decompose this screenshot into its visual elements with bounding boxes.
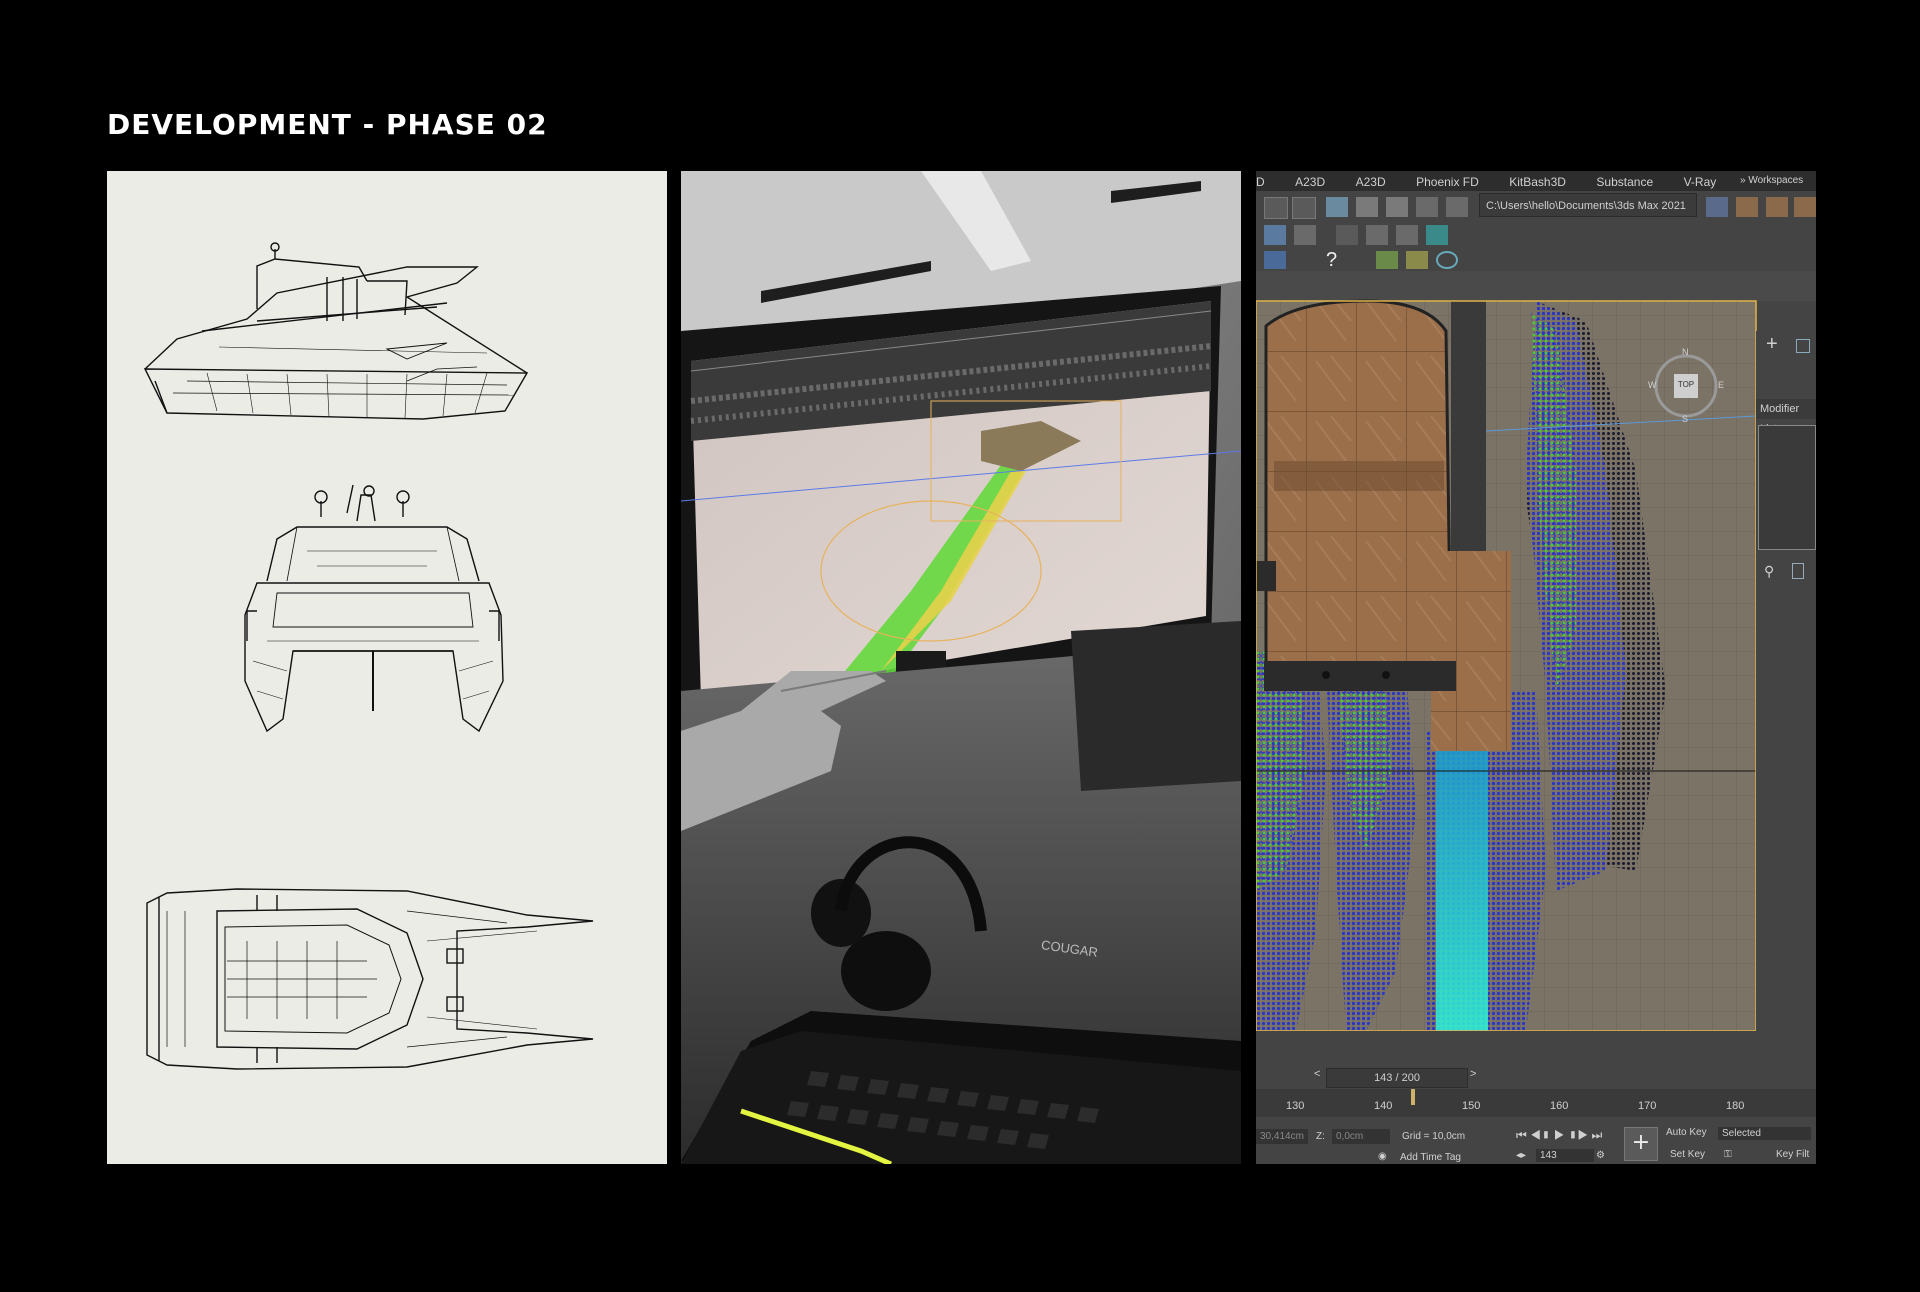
compass-east-label: E xyxy=(1718,380,1725,390)
key-filters-button[interactable]: Key Filt xyxy=(1776,1149,1809,1160)
z-label: Z: xyxy=(1316,1131,1325,1142)
side-view-drawing xyxy=(143,242,529,420)
show-end-result-icon[interactable] xyxy=(1792,563,1804,579)
wireframe-drawings-panel xyxy=(107,171,667,1164)
timeline-tick: 160 xyxy=(1550,1100,1569,1112)
time-next-icon[interactable]: > xyxy=(1470,1068,1476,1080)
timeline-tick: 130 xyxy=(1286,1100,1305,1112)
software-viewport-panel: D A23D A23D Phoenix FD KitBash3D Substan… xyxy=(1256,171,1816,1164)
time-slider[interactable]: 143 / 200 xyxy=(1326,1068,1468,1088)
set-key-button[interactable]: Set Key xyxy=(1670,1149,1705,1160)
grid-size-label: Grid = 10,0cm xyxy=(1402,1131,1466,1142)
compass-west-label: W xyxy=(1648,380,1657,390)
modifier-list-dropdown[interactable]: Modifier List xyxy=(1756,399,1816,435)
time-tag-icon[interactable]: ◉ xyxy=(1378,1151,1387,1162)
frame-spinner-icon[interactable]: ◂▸ xyxy=(1516,1150,1526,1161)
time-slider-value: 143 / 200 xyxy=(1374,1072,1420,1084)
play-icon[interactable]: ▶ xyxy=(1554,1128,1565,1142)
go-to-end-icon[interactable]: ⏭ xyxy=(1592,1128,1603,1142)
workstation-photo-panel: COUGAR xyxy=(681,171,1241,1164)
current-frame-field[interactable]: 143 xyxy=(1536,1149,1594,1162)
auto-key-button[interactable]: Auto Key xyxy=(1666,1127,1707,1138)
pin-stack-icon[interactable]: ⚲ xyxy=(1764,563,1774,580)
viewport-top-view[interactable] xyxy=(1256,171,1816,1164)
time-prev-icon[interactable]: < xyxy=(1314,1068,1320,1080)
next-frame-icon[interactable]: ▮▶ xyxy=(1568,1128,1588,1142)
go-to-start-icon[interactable]: ⏮ xyxy=(1516,1128,1527,1142)
compass-north-label: N xyxy=(1682,347,1689,357)
front-view-drawing xyxy=(244,484,504,733)
compass-south-label: S xyxy=(1682,414,1689,424)
page-title: DEVELOPMENT - PHASE 02 xyxy=(107,108,548,141)
timeline-tick: 140 xyxy=(1374,1100,1393,1112)
key-filters-icon[interactable]: ⚿ xyxy=(1724,1149,1732,1160)
timeline-current-frame-marker[interactable] xyxy=(1411,1089,1415,1105)
selection-set-dropdown[interactable]: Selected xyxy=(1718,1127,1811,1140)
playback-controls[interactable]: ⏮ ◀▮ ▶ ▮▶ ⏭ xyxy=(1516,1128,1602,1143)
top-view-drawing xyxy=(146,888,594,1070)
modifier-stack[interactable] xyxy=(1758,425,1816,550)
add-time-tag-button[interactable]: Add Time Tag xyxy=(1400,1152,1461,1163)
catamaran-wireframe-drawings xyxy=(143,242,594,1070)
coord-z-field[interactable]: 0,0cm xyxy=(1332,1129,1390,1144)
time-config-icon[interactable]: ⚙ xyxy=(1596,1150,1605,1161)
set-key-plus-icon[interactable]: + xyxy=(1624,1127,1658,1161)
viewcube-top-label[interactable]: TOP xyxy=(1674,380,1698,389)
create-plus-icon[interactable]: + xyxy=(1766,333,1778,356)
timeline-tick: 180 xyxy=(1726,1100,1745,1112)
timeline-tick: 170 xyxy=(1638,1100,1657,1112)
workstation-photo-illustration xyxy=(681,171,1241,1164)
timeline-tick: 150 xyxy=(1462,1100,1481,1112)
coord-x-field[interactable]: 30,414cm xyxy=(1256,1129,1308,1144)
modify-icon[interactable] xyxy=(1796,339,1810,353)
previous-frame-icon[interactable]: ◀▮ xyxy=(1530,1128,1550,1142)
